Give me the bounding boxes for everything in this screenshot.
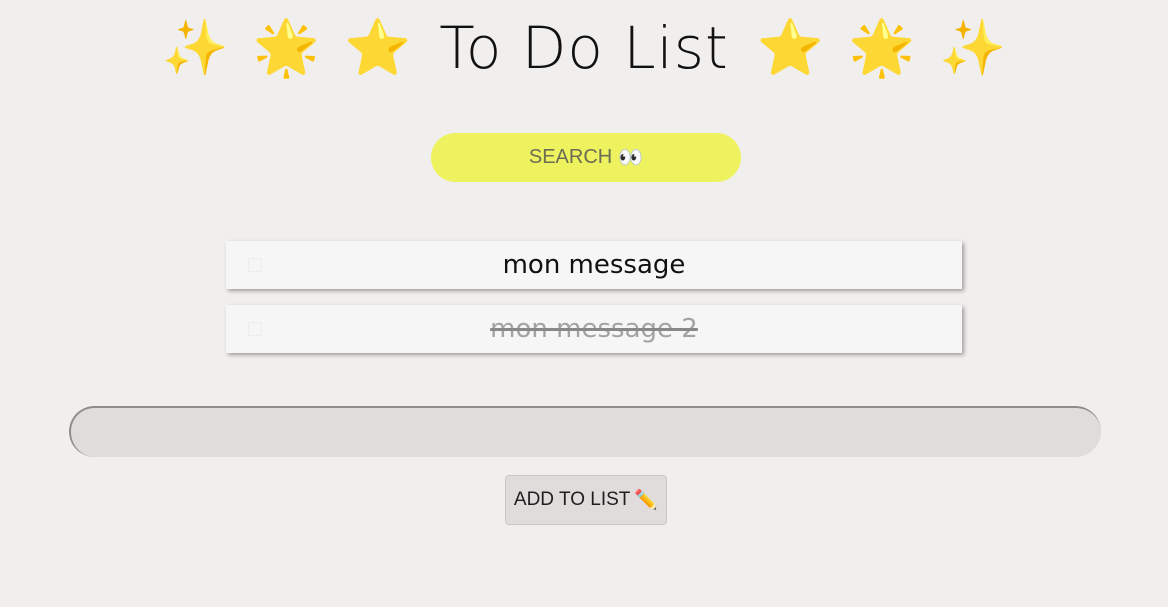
add-to-list-label: ADD TO LIST	[513, 489, 631, 510]
todo-item-done[interactable]: mon message 2	[226, 305, 962, 353]
pencil-icon: ✏️	[634, 490, 659, 511]
todo-list: mon message mon message 2	[226, 241, 962, 369]
glowing-star-icon: 🌟	[847, 18, 916, 78]
todo-item-text: mon message	[502, 250, 686, 280]
todo-item[interactable]: mon message	[226, 241, 962, 289]
search-button[interactable]: SEARCH 👀	[431, 133, 741, 182]
star-icon: ⭐	[344, 18, 412, 78]
eyes-icon: 👀	[618, 147, 644, 169]
glowing-star-icon: 🌟	[252, 18, 321, 78]
search-button-label: SEARCH	[528, 146, 613, 168]
add-to-list-button[interactable]: ADD TO LIST ✏️	[505, 475, 667, 525]
new-todo-input[interactable]	[69, 406, 1101, 457]
sparkles-icon: ✨	[939, 18, 1007, 78]
todo-checkbox[interactable]	[248, 322, 262, 336]
sparkles-icon: ✨	[161, 18, 229, 78]
todo-item-text: mon message 2	[490, 314, 698, 344]
page-title-text: To Do List	[439, 14, 729, 82]
todo-checkbox[interactable]	[248, 258, 262, 272]
star-icon: ⭐	[756, 18, 824, 78]
page-title: ✨ 🌟 ⭐ To Do List ⭐ 🌟 ✨	[0, 12, 1168, 84]
